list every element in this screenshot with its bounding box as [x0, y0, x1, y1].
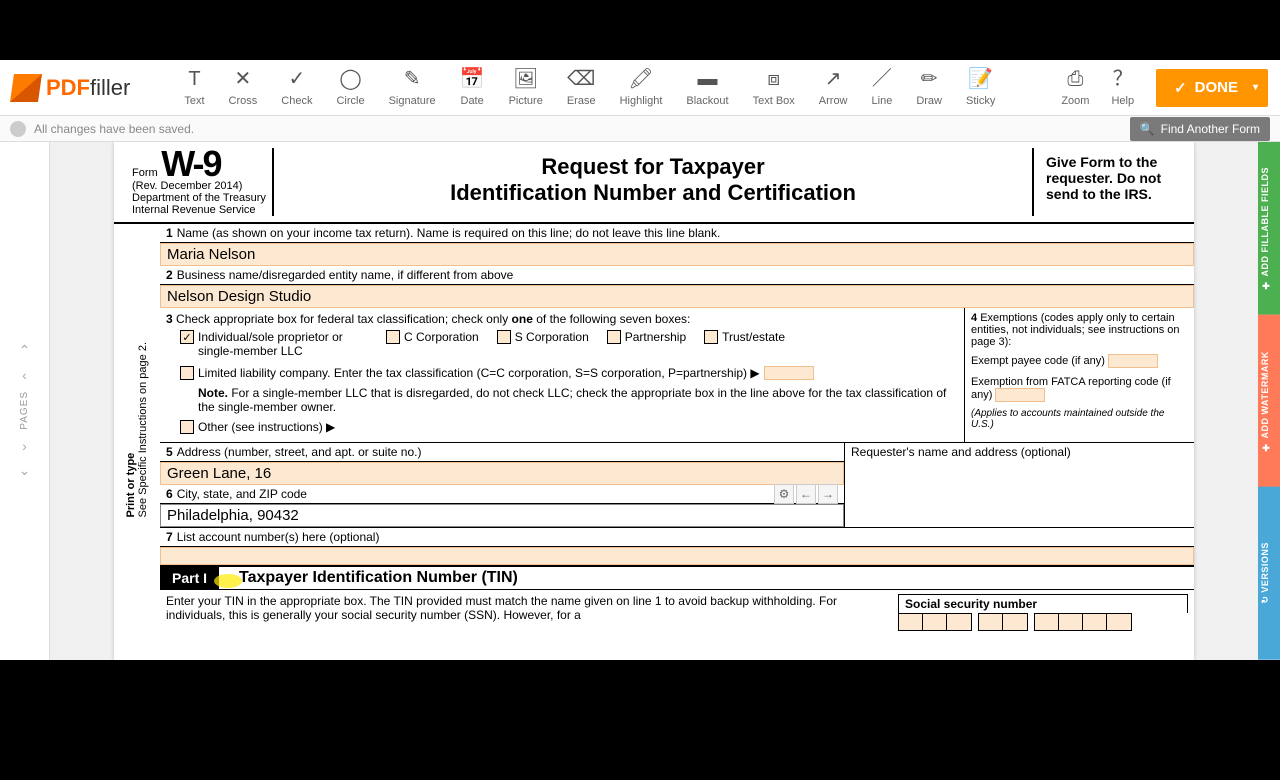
check-icon: ✓: [1174, 79, 1187, 97]
circle-icon: ◯: [339, 69, 361, 91]
tab-versions[interactable]: ↻ VERSIONS: [1258, 487, 1280, 660]
help-button[interactable]: ？Help: [1111, 69, 1134, 107]
checkbox-partnership[interactable]: [607, 330, 621, 344]
picture-icon: 🖼: [513, 69, 538, 91]
check-icon: ✓: [288, 69, 305, 91]
checkbox-other[interactable]: [180, 420, 194, 434]
checkbox-llc[interactable]: [180, 366, 194, 380]
checkbox-ccorp[interactable]: [386, 330, 400, 344]
document-page: Form W-9 (Rev. December 2014) Department…: [114, 142, 1194, 660]
name-field[interactable]: Maria Nelson: [160, 243, 1194, 266]
text-icon: T: [188, 69, 200, 91]
page-last-icon[interactable]: ⌄: [19, 462, 31, 479]
address-field[interactable]: Green Lane, 16: [160, 462, 844, 485]
status-bar: All changes have been saved. 🔍Find Anoth…: [0, 116, 1280, 142]
text-tool[interactable]: TText: [184, 69, 204, 107]
field-settings-icon[interactable]: ⚙: [774, 484, 794, 504]
checkbox-individual[interactable]: ✓: [180, 330, 194, 344]
chat-icon: [10, 121, 26, 137]
textbox-icon: ⧈: [767, 69, 780, 91]
line-tool[interactable]: ／Line: [872, 69, 893, 107]
blackout-icon: ▬: [697, 69, 717, 91]
blackout-tool[interactable]: ▬Blackout: [686, 69, 728, 107]
arrow-icon: ↗: [825, 69, 842, 91]
highlight-tool[interactable]: 🖍Highlight: [620, 69, 663, 107]
draw-tool[interactable]: ✏Draw: [916, 69, 942, 107]
form-title: Request for Taxpayer: [294, 154, 1012, 180]
check-tool[interactable]: ✓Check: [281, 69, 312, 107]
picture-tool[interactable]: 🖼Picture: [509, 69, 543, 107]
highlight-icon: 🖍: [628, 69, 653, 91]
field-controls: ⚙ ← →: [774, 484, 838, 504]
checkbox-scorp[interactable]: [497, 330, 511, 344]
erase-tool[interactable]: ⌫Erase: [567, 69, 596, 107]
city-state-zip-field[interactable]: Philadelphia, 90432: [160, 504, 844, 527]
ssn-group-2[interactable]: [978, 613, 1028, 631]
highlight-cursor-icon: [214, 574, 242, 588]
signature-icon: ✎: [404, 69, 421, 91]
pages-rail: ⌃ ‹ PAGES › ⌄: [0, 142, 50, 660]
toolbar: PDFfiller TText ✕Cross ✓Check ◯Circle ✎Signa…: [0, 60, 1280, 116]
account-numbers-field[interactable]: [160, 547, 1194, 565]
find-form-button[interactable]: 🔍Find Another Form: [1130, 117, 1270, 141]
logo-mark-icon: [10, 74, 42, 102]
field-prev-icon[interactable]: ←: [796, 484, 816, 504]
page-first-icon[interactable]: ⌃: [19, 342, 31, 359]
sticky-icon: 📝: [968, 69, 993, 91]
tab-fillable-fields[interactable]: ✚ ADD FILLABLE FIELDS: [1258, 142, 1280, 315]
exempt-payee-field[interactable]: [1108, 354, 1158, 368]
zoom-button[interactable]: ⎙Zoom: [1061, 69, 1089, 107]
signature-tool[interactable]: ✎Signature: [389, 69, 436, 107]
erase-icon: ⌫: [567, 69, 595, 91]
page-prev-icon[interactable]: ‹: [22, 367, 27, 383]
date-tool[interactable]: 📅Date: [460, 69, 485, 107]
done-button[interactable]: ✓DONE: [1156, 69, 1268, 107]
field-next-icon[interactable]: →: [818, 484, 838, 504]
logo: PDFfiller: [12, 74, 130, 102]
help-icon: ？: [1113, 69, 1133, 91]
business-name-field[interactable]: Nelson Design Studio: [160, 285, 1194, 308]
ssn-group-1[interactable]: [898, 613, 972, 631]
form-number: W-9: [161, 143, 220, 184]
line-icon: ／: [872, 69, 892, 91]
llc-classification-field[interactable]: [764, 366, 814, 380]
zoom-icon: ⎙: [1067, 69, 1083, 91]
arrow-tool[interactable]: ↗Arrow: [819, 69, 848, 107]
right-rail: ✚ ADD FILLABLE FIELDS ✚ ADD WATERMARK ↻ …: [1258, 142, 1280, 660]
part-label: Part I: [160, 567, 219, 589]
date-icon: 📅: [460, 69, 485, 91]
textbox-tool[interactable]: ⧈Text Box: [753, 69, 795, 107]
status-text: All changes have been saved.: [34, 122, 194, 136]
tab-watermark[interactable]: ✚ ADD WATERMARK: [1258, 315, 1280, 488]
draw-icon: ✏: [921, 69, 938, 91]
cross-icon: ✕: [235, 69, 252, 91]
tools-group: TText ✕Cross ✓Check ◯Circle ✎Signature 📅Date 🖼…: [184, 69, 1047, 107]
circle-tool[interactable]: ◯Circle: [336, 69, 364, 107]
cross-tool[interactable]: ✕Cross: [229, 69, 258, 107]
checkbox-trust[interactable]: [704, 330, 718, 344]
ssn-group-3[interactable]: [1034, 613, 1132, 631]
fatca-code-field[interactable]: [995, 388, 1045, 402]
page-next-icon[interactable]: ›: [22, 438, 27, 454]
sticky-tool[interactable]: 📝Sticky: [966, 69, 995, 107]
search-icon: 🔍: [1140, 122, 1155, 136]
